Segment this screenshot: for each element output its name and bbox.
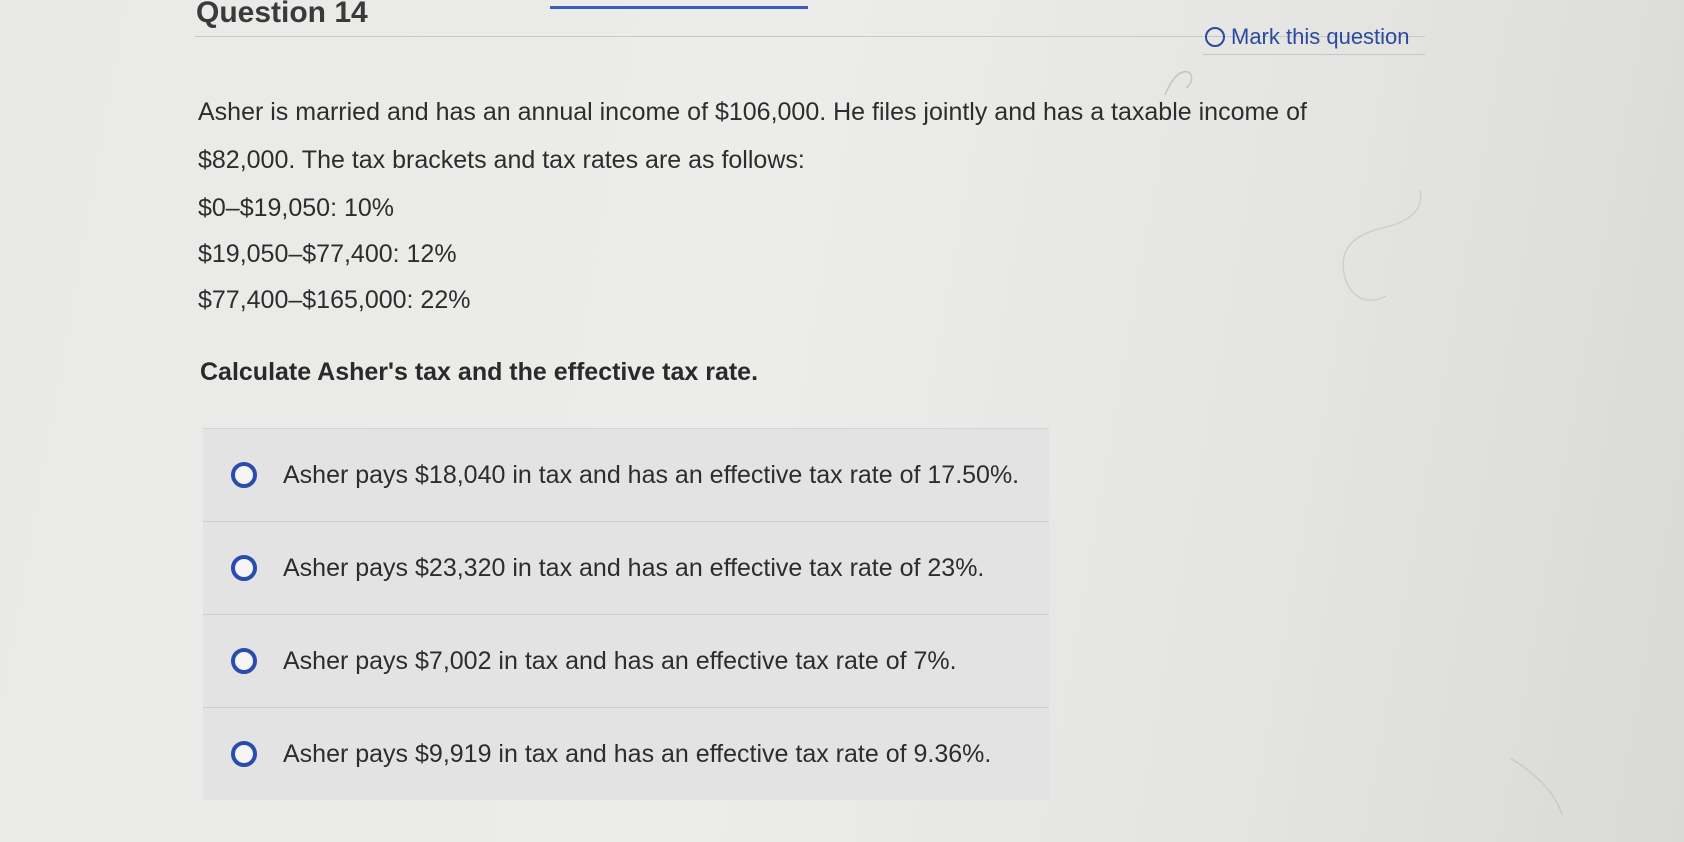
question-title: Question 14 xyxy=(196,0,368,29)
answer-option-1[interactable]: Asher pays $18,040 in tax and has an eff… xyxy=(203,428,1049,521)
tax-bracket-3: $77,400–$165,000: 22% xyxy=(198,286,471,314)
answer-option-label: Asher pays $18,040 in tax and has an eff… xyxy=(283,460,1020,489)
question-prompt: Calculate Asher's tax and the effective … xyxy=(200,358,759,386)
answer-options: Asher pays $18,040 in tax and has an eff… xyxy=(203,428,1049,800)
answer-option-4[interactable]: Asher pays $9,919 in tax and has an effe… xyxy=(203,707,1049,800)
mark-divider xyxy=(1203,54,1425,55)
progress-accent-bar xyxy=(550,6,808,9)
radio-icon[interactable] xyxy=(231,648,257,674)
radio-icon[interactable] xyxy=(231,555,257,581)
mark-radio-icon[interactable] xyxy=(1205,27,1225,47)
stem-line-2: $82,000. The tax brackets and tax rates … xyxy=(198,146,805,174)
radio-icon[interactable] xyxy=(231,741,257,767)
radio-icon[interactable] xyxy=(231,462,257,488)
tax-bracket-2: $19,050–$77,400: 12% xyxy=(198,240,457,268)
question-stem: Asher is married and has an annual incom… xyxy=(198,88,1438,322)
answer-option-label: Asher pays $7,002 in tax and has an effe… xyxy=(283,646,957,675)
answer-option-3[interactable]: Asher pays $7,002 in tax and has an effe… xyxy=(203,614,1049,707)
stem-line-1: Asher is married and has an annual incom… xyxy=(198,98,1307,126)
mark-question-label: Mark this question xyxy=(1231,24,1410,49)
answer-option-2[interactable]: Asher pays $23,320 in tax and has an eff… xyxy=(203,521,1049,614)
answer-option-label: Asher pays $9,919 in tax and has an effe… xyxy=(283,739,992,768)
answer-option-label: Asher pays $23,320 in tax and has an eff… xyxy=(283,553,985,582)
mark-question-button[interactable]: Mark this question xyxy=(1205,24,1410,50)
quiz-page: Question 14 Mark this question Asher is … xyxy=(0,0,1684,842)
tax-bracket-1: $0–$19,050: 10% xyxy=(198,194,395,222)
